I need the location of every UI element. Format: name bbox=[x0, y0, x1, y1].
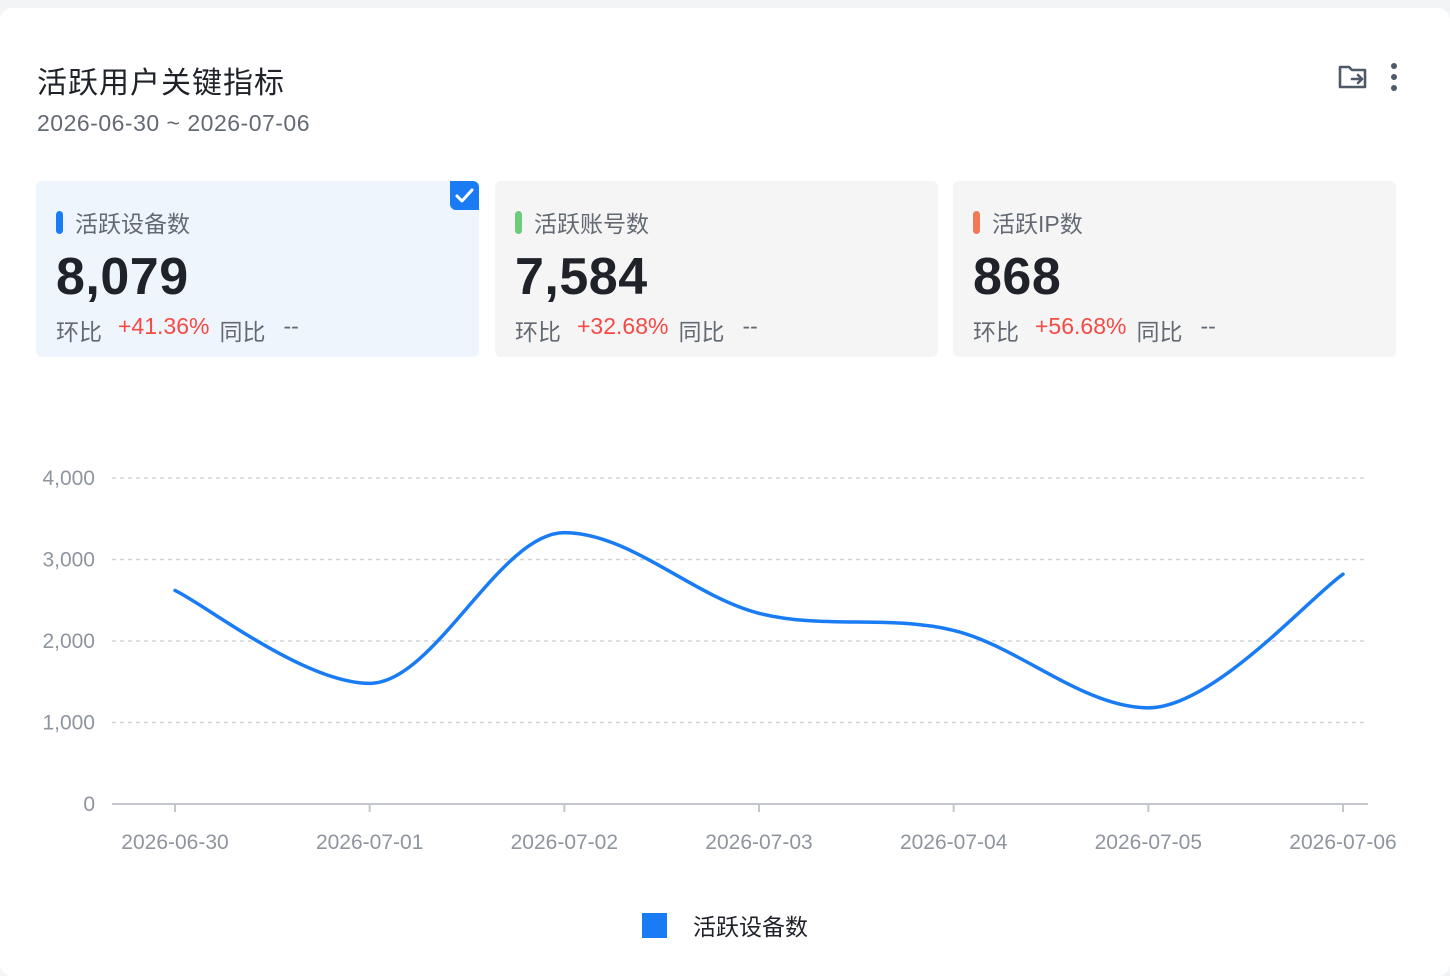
y-tick-label: 1,000 bbox=[42, 712, 95, 735]
x-tick-label: 2026-07-03 bbox=[705, 831, 812, 854]
x-tick-label: 2026-07-05 bbox=[1095, 831, 1202, 854]
line-chart: 4,000 3,000 2,000 1,000 0 2026-06-30 2026-07-0… bbox=[42, 467, 1396, 854]
x-tick-label: 2026-07-02 bbox=[511, 831, 618, 854]
x-tick-label: 2026-07-01 bbox=[316, 831, 423, 854]
y-tick-label: 0 bbox=[83, 793, 95, 816]
metrics-card: 活跃用户关键指标 2026-06-30 ~ 2026-07-06 活跃设备数 8… bbox=[0, 8, 1450, 976]
x-tick-label: 2026-07-04 bbox=[900, 831, 1008, 854]
legend-swatch bbox=[642, 912, 667, 938]
x-tick-label: 2026-06-30 bbox=[121, 831, 228, 854]
y-tick-label: 4,000 bbox=[42, 467, 95, 490]
y-tick-label: 2,000 bbox=[42, 630, 95, 653]
chart-legend-item[interactable]: 活跃设备数 bbox=[642, 908, 808, 942]
y-tick-label: 3,000 bbox=[42, 549, 95, 572]
series-line bbox=[173, 530, 1345, 710]
legend-label: 活跃设备数 bbox=[693, 914, 808, 940]
x-tick-label: 2026-07-06 bbox=[1289, 831, 1396, 854]
